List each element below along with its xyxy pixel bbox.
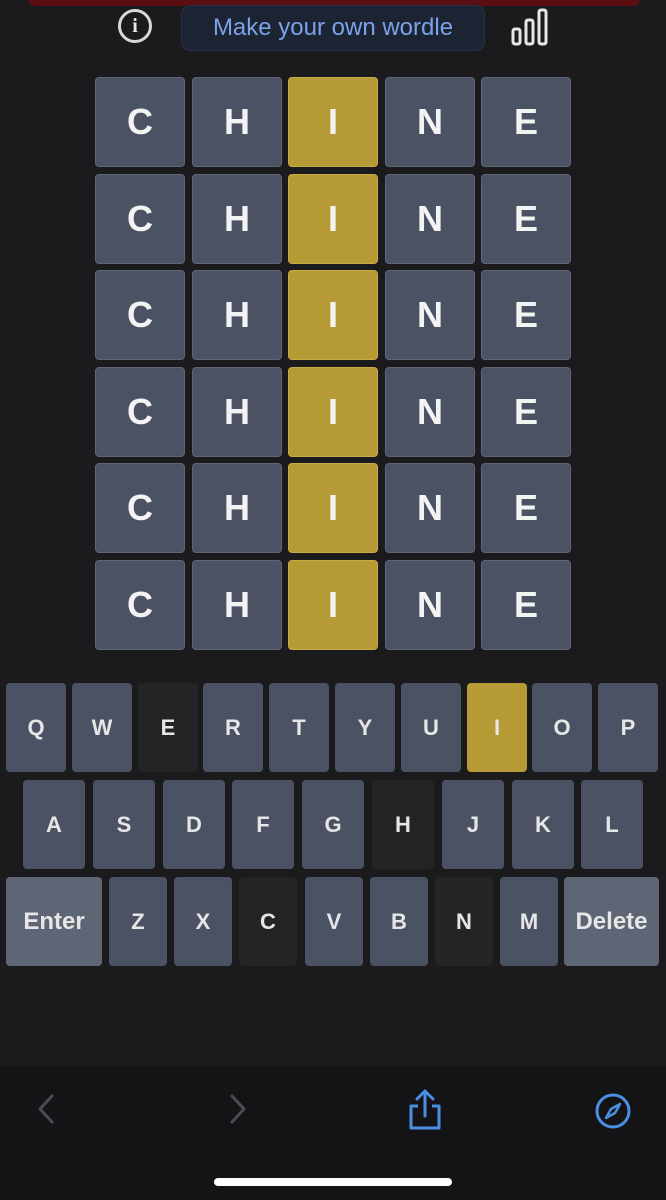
back-icon[interactable] [30, 1092, 62, 1131]
key-s[interactable]: S [93, 780, 155, 869]
board-tile: N [385, 560, 475, 650]
key-b[interactable]: B [370, 877, 428, 966]
info-icon[interactable]: i [118, 9, 152, 43]
key-delete[interactable]: Delete [564, 877, 659, 966]
board-tile: H [192, 270, 282, 360]
board-tile: I [288, 367, 378, 457]
board-tile: C [95, 560, 185, 650]
key-p[interactable]: P [598, 683, 658, 772]
board-tile: H [192, 174, 282, 264]
header: i Make your own wordle [0, 0, 666, 60]
key-f[interactable]: F [232, 780, 294, 869]
key-h[interactable]: H [372, 780, 434, 869]
board-tile: E [481, 174, 571, 264]
key-q[interactable]: Q [6, 683, 66, 772]
board-tile: E [481, 270, 571, 360]
board-tile: N [385, 463, 475, 553]
key-d[interactable]: D [163, 780, 225, 869]
board-tile: I [288, 270, 378, 360]
board-tile: H [192, 367, 282, 457]
key-j[interactable]: J [442, 780, 504, 869]
key-t[interactable]: T [269, 683, 329, 772]
board-tile: E [481, 77, 571, 167]
board-tile: C [95, 270, 185, 360]
key-x[interactable]: X [174, 877, 232, 966]
board-tile: I [288, 174, 378, 264]
forward-icon[interactable] [222, 1092, 254, 1131]
key-u[interactable]: U [401, 683, 461, 772]
board-tile: H [192, 77, 282, 167]
key-m[interactable]: M [500, 877, 558, 966]
board-tile: C [95, 77, 185, 167]
board-tile: I [288, 560, 378, 650]
key-z[interactable]: Z [109, 877, 167, 966]
stats-icon[interactable] [510, 7, 550, 47]
board-tile: N [385, 270, 475, 360]
board-tile: C [95, 367, 185, 457]
board-tile: N [385, 174, 475, 264]
board-tile: E [481, 560, 571, 650]
board-tile: H [192, 463, 282, 553]
key-a[interactable]: A [23, 780, 85, 869]
key-w[interactable]: W [72, 683, 132, 772]
board-tile: E [481, 367, 571, 457]
board-tile: I [288, 463, 378, 553]
make-own-wordle-button[interactable]: Make your own wordle [181, 5, 485, 51]
key-l[interactable]: L [581, 780, 643, 869]
key-enter[interactable]: Enter [6, 877, 102, 966]
key-v[interactable]: V [305, 877, 363, 966]
key-o[interactable]: O [532, 683, 592, 772]
board-tile: E [481, 463, 571, 553]
key-i[interactable]: I [467, 683, 527, 772]
home-indicator [214, 1178, 452, 1186]
board-tile: N [385, 77, 475, 167]
key-g[interactable]: G [302, 780, 364, 869]
key-e[interactable]: E [138, 683, 198, 772]
share-icon[interactable] [406, 1088, 444, 1137]
board-tile: C [95, 174, 185, 264]
key-c[interactable]: C [239, 877, 297, 966]
compass-icon[interactable] [594, 1092, 632, 1135]
key-y[interactable]: Y [335, 683, 395, 772]
board-tile: I [288, 77, 378, 167]
board-tile: N [385, 367, 475, 457]
board-tile: H [192, 560, 282, 650]
key-n[interactable]: N [435, 877, 493, 966]
key-k[interactable]: K [512, 780, 574, 869]
board-tile: C [95, 463, 185, 553]
key-r[interactable]: R [203, 683, 263, 772]
